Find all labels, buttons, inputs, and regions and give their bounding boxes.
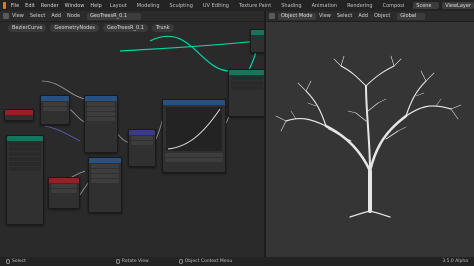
mouse-right-icon <box>178 259 183 264</box>
status-context-label: Object Context Menu <box>184 259 233 264</box>
node-field[interactable] <box>9 167 41 171</box>
node-math[interactable] <box>40 95 70 125</box>
node-header <box>49 178 79 183</box>
node-map-range[interactable] <box>88 157 122 213</box>
node-random-value[interactable] <box>48 177 80 209</box>
mouse-left-icon <box>6 259 10 264</box>
status-select-label: Select <box>12 259 26 264</box>
mode-selector[interactable]: Object Mode <box>278 12 316 20</box>
node-field[interactable] <box>165 153 223 157</box>
blender-logo-icon[interactable] <box>3 2 6 9</box>
menu-object[interactable]: Object <box>371 13 393 19</box>
node-combine-xyz[interactable] <box>128 129 156 167</box>
tab-layout[interactable]: Layout <box>106 2 131 10</box>
node-group-output[interactable] <box>250 29 264 53</box>
tab-modeling[interactable]: Modeling <box>133 2 164 10</box>
node-field[interactable] <box>51 189 77 193</box>
node-math[interactable] <box>84 95 118 153</box>
menu-help[interactable]: Help <box>87 3 104 9</box>
node-header <box>7 136 43 141</box>
menu-view[interactable]: View <box>316 13 334 19</box>
tab-compositing[interactable]: Composi <box>379 2 409 10</box>
node-header <box>85 96 117 101</box>
menu-window[interactable]: Window <box>62 3 88 9</box>
version-label: 3.5.0 Alpha <box>442 259 468 264</box>
node-set-curve-radius[interactable] <box>228 69 264 117</box>
menu-render[interactable]: Render <box>38 3 62 9</box>
tab-animation[interactable]: Animation <box>308 2 342 10</box>
status-select: Select <box>6 259 26 264</box>
status-rotate: Rotate View <box>115 259 149 264</box>
view-layer-selector[interactable]: ViewLayer <box>442 2 474 9</box>
node-field[interactable] <box>231 76 263 80</box>
node-field[interactable] <box>9 152 41 156</box>
editor-type-icon[interactable] <box>269 13 275 19</box>
node-header <box>89 158 121 163</box>
node-field[interactable] <box>91 169 119 173</box>
orientation-label: Global <box>400 13 417 19</box>
node-field[interactable] <box>165 158 223 162</box>
node-field[interactable] <box>131 136 153 140</box>
curve-widget[interactable] <box>166 107 222 151</box>
orientation-selector[interactable]: Global <box>397 12 426 20</box>
node-field[interactable] <box>131 141 153 145</box>
node-header <box>5 110 33 115</box>
tab-rendering[interactable]: Rendering <box>343 2 377 10</box>
mouse-middle-icon <box>115 259 120 264</box>
tab-texture-paint[interactable]: Texture Paint <box>235 2 275 10</box>
node-header <box>41 96 69 101</box>
node-field[interactable] <box>9 157 41 161</box>
mode-label: Object Mode <box>281 13 313 19</box>
status-bar: Select Rotate View Object Context Menu 3… <box>0 257 474 266</box>
tab-sculpting[interactable]: Sculpting <box>166 2 197 10</box>
node-field[interactable] <box>91 179 119 183</box>
node-field[interactable] <box>9 147 41 151</box>
node-float-curve[interactable] <box>162 99 226 173</box>
menu-file[interactable]: File <box>8 3 22 9</box>
scene-selector[interactable]: Scene <box>413 2 440 9</box>
tab-shading[interactable]: Shading <box>277 2 305 10</box>
node-editor[interactable]: View Select Add Node GeoTreesR_0.1 Bezie… <box>0 11 264 257</box>
node-field[interactable] <box>87 117 115 121</box>
node-value[interactable] <box>4 109 34 121</box>
status-rotate-label: Rotate View <box>121 259 149 264</box>
node-field[interactable] <box>87 112 115 116</box>
node-header <box>251 30 264 35</box>
node-field[interactable] <box>87 102 115 106</box>
menu-edit[interactable]: Edit <box>22 3 38 9</box>
node-field[interactable] <box>91 164 119 168</box>
menu-select[interactable]: Select <box>334 13 355 19</box>
node-group-input[interactable] <box>6 135 44 225</box>
3d-viewport[interactable]: Object Mode View Select Add Object Globa… <box>266 11 474 257</box>
node-header <box>163 100 225 105</box>
tab-uv-editing[interactable]: UV Editing <box>199 2 233 10</box>
node-field[interactable] <box>9 142 41 146</box>
node-field[interactable] <box>51 184 77 188</box>
node-field[interactable] <box>87 107 115 111</box>
node-field[interactable] <box>231 81 263 85</box>
status-context: Object Context Menu <box>178 259 233 264</box>
node-header <box>229 70 264 75</box>
node-field[interactable] <box>91 174 119 178</box>
node-field[interactable] <box>43 107 67 111</box>
top-bar: File Edit Render Window Help Layout Mode… <box>0 0 474 11</box>
menu-add[interactable]: Add <box>355 13 371 19</box>
node-field[interactable] <box>9 162 41 166</box>
node-header <box>129 130 155 135</box>
node-field[interactable] <box>43 102 67 106</box>
tree-object[interactable] <box>266 21 474 257</box>
node-field[interactable] <box>231 86 263 90</box>
view-layer-name: ViewLayer <box>445 2 471 9</box>
scene-name: Scene <box>416 2 432 9</box>
